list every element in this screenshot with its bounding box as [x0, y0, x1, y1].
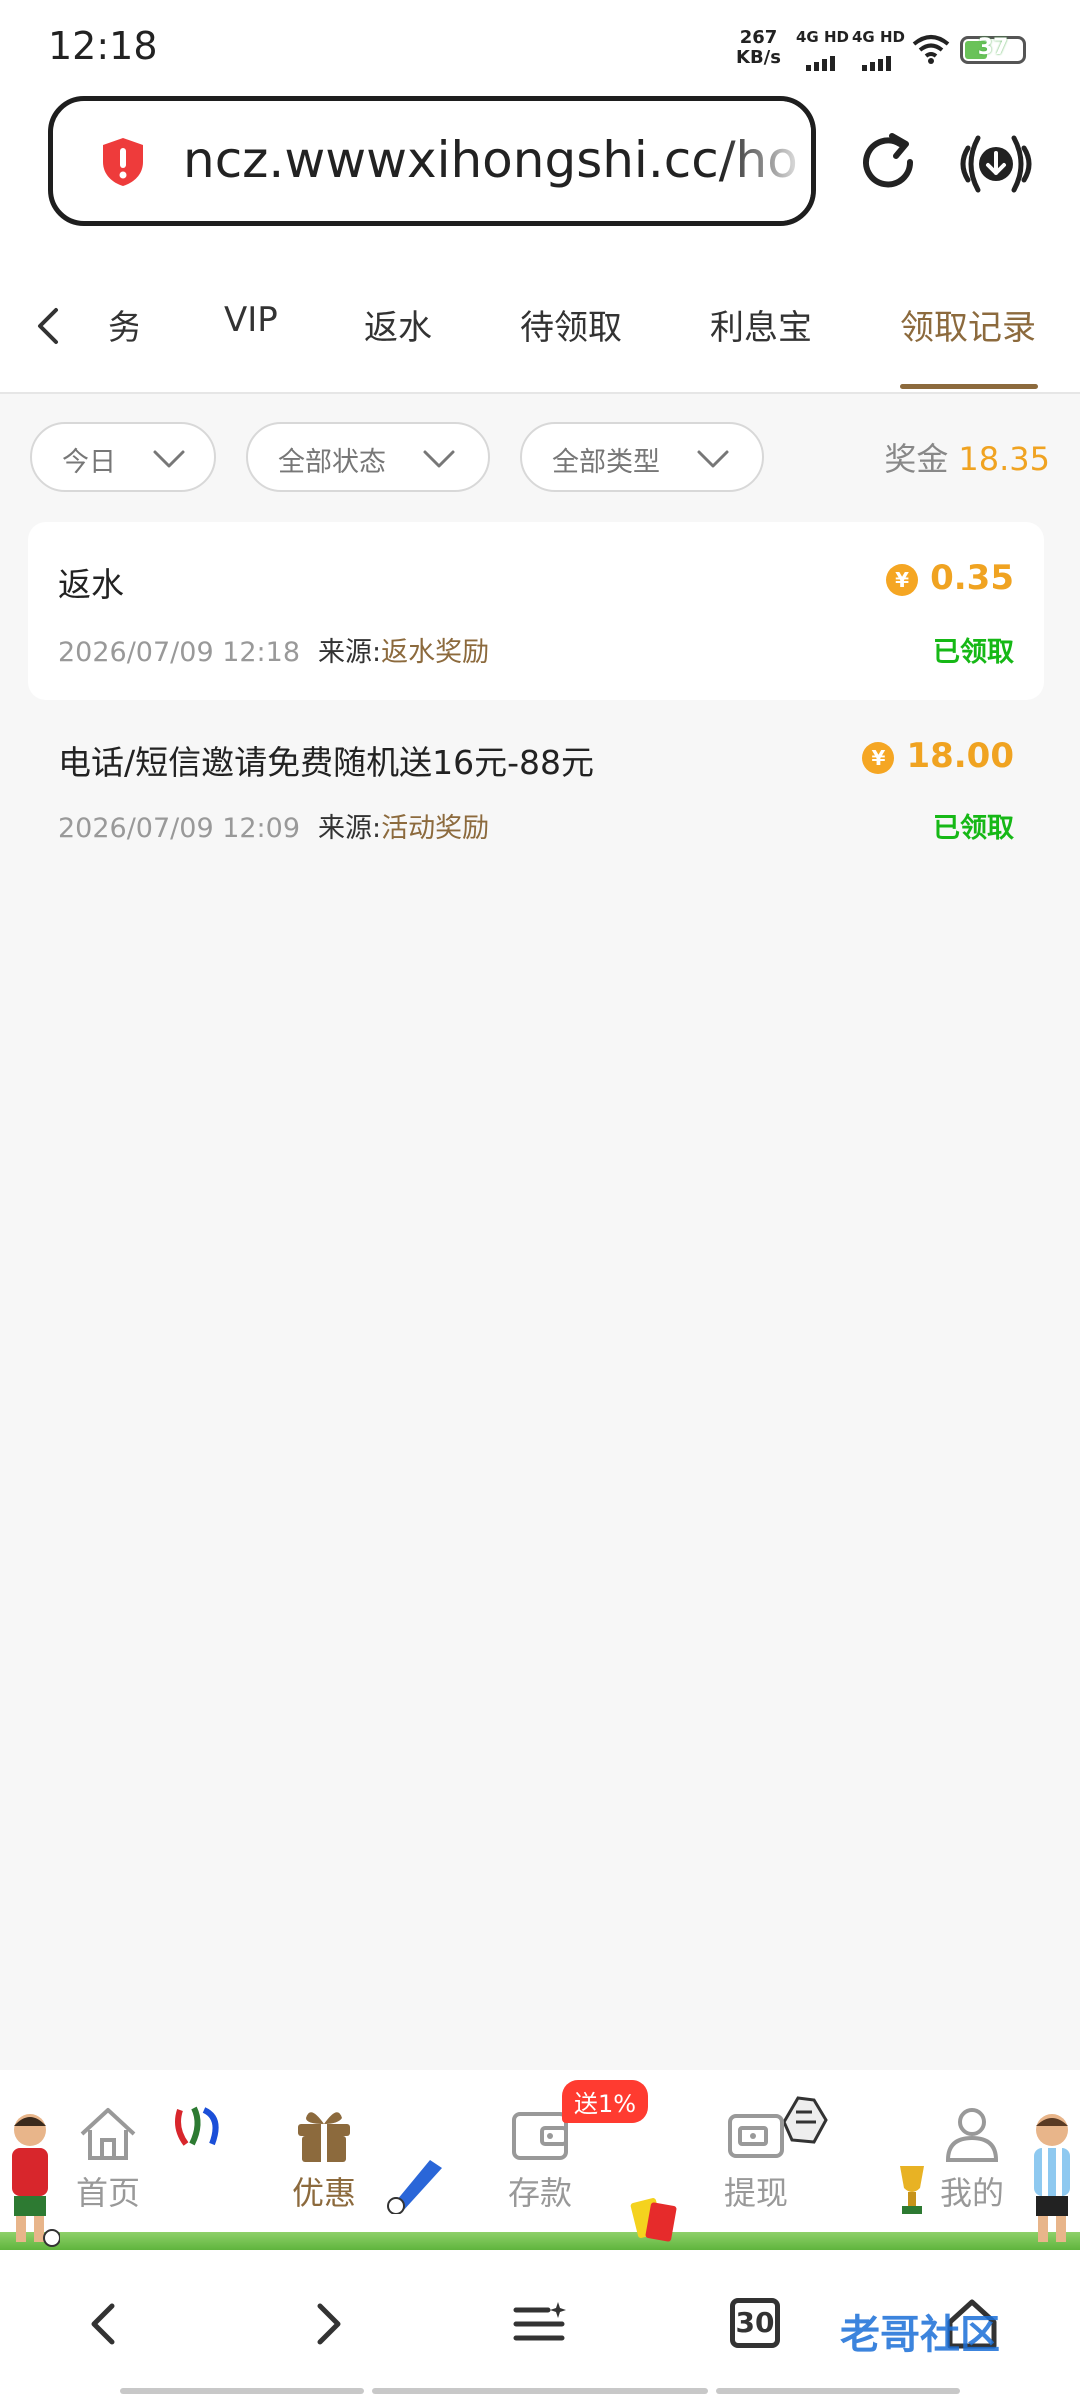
record-item[interactable] — [28, 522, 1044, 700]
chevron-down-icon — [423, 450, 455, 468]
shield-alert-icon[interactable] — [99, 136, 147, 188]
record-datetime: 2026/07/09 12:18 — [58, 637, 301, 668]
record-title: 返水 — [58, 565, 124, 604]
signal-icon — [806, 52, 838, 71]
grass-decoration — [0, 2232, 1080, 2250]
record-status: 已领取 — [933, 813, 1014, 844]
reload-icon[interactable] — [852, 128, 924, 200]
gift-icon — [298, 2112, 350, 2162]
battery-level: 37 — [977, 35, 1009, 60]
filter-date[interactable]: 今日 — [30, 422, 216, 492]
record-amount-value: 0.35 — [930, 558, 1014, 598]
tab-count: 30 — [735, 2306, 775, 2339]
tab-rebate[interactable]: 返水 — [364, 300, 432, 349]
network-label-1: 4G HD — [796, 28, 849, 46]
chevron-down-icon — [153, 450, 185, 468]
address-bar[interactable]: ncz.wwwxihongshi.cc/ho — [48, 96, 816, 226]
record-meta: 2026/07/09 12:09 来源:活动奖励 — [58, 806, 489, 845]
user-icon — [945, 2108, 999, 2162]
nav-label-promo: 优惠 — [291, 2174, 356, 2212]
tabs-icon[interactable]: 30 — [730, 2298, 780, 2348]
gesture-bar — [372, 2388, 708, 2394]
address-url[interactable]: ncz.wwwxihongshi.cc/ho — [183, 131, 798, 189]
watermark-logo: 老哥社区 — [840, 2312, 1000, 2358]
active-tab-indicator — [900, 384, 1038, 389]
withdraw-icon — [728, 2114, 784, 2158]
record-source: 返水奖励 — [381, 637, 490, 668]
record-source-label: 来源: — [318, 637, 382, 668]
record-source: 活动奖励 — [381, 813, 490, 844]
menu-icon[interactable] — [512, 2296, 568, 2352]
back-icon[interactable] — [78, 2296, 134, 2352]
nav-item-withdraw[interactable]: 提现 — [686, 2102, 826, 2214]
tab-task[interactable]: 务 — [108, 300, 138, 349]
logo-decoration-icon — [175, 2106, 219, 2146]
record-amount: ¥0.35 — [886, 558, 1014, 598]
deposit-bonus-badge: 送1% — [562, 2080, 649, 2123]
network-label-2: 4G HD — [852, 28, 905, 46]
gesture-bar — [716, 2388, 960, 2394]
record-meta: 2026/07/09 12:18 来源:返水奖励 — [58, 630, 489, 669]
status-time: 12:18 — [48, 24, 158, 68]
trumpet-decoration-icon — [387, 2160, 442, 2214]
card-decoration-icon — [630, 2198, 677, 2242]
chevron-down-icon — [697, 450, 729, 468]
nav-label-profile: 我的 — [939, 2174, 1004, 2212]
record-amount-value: 18.00 — [906, 736, 1014, 776]
nav-label-home: 首页 — [75, 2174, 140, 2212]
bonus-value: 18.35 — [958, 440, 1050, 478]
record-datetime: 2026/07/09 12:09 — [58, 813, 301, 844]
battery-icon: 37 — [960, 35, 1026, 64]
download-icon[interactable] — [956, 124, 1036, 204]
nav-label-withdraw: 提现 — [723, 2174, 788, 2212]
tab-claim-records[interactable]: 领取记录 — [900, 300, 1036, 349]
bonus-label: 奖金 — [884, 440, 949, 478]
coin-icon: ¥ — [862, 741, 895, 774]
home-icon — [80, 2108, 136, 2160]
tab-interest[interactable]: 利息宝 — [710, 300, 812, 349]
forward-icon[interactable] — [298, 2296, 354, 2352]
coin-icon: ¥ — [886, 563, 919, 596]
tab-vip[interactable]: VIP — [224, 300, 278, 340]
record-title: 电话/短信邀请免费随机送16元-88元 — [58, 743, 595, 782]
nav-item-profile[interactable]: 我的 — [902, 2102, 1042, 2214]
filter-type[interactable]: 全部类型 — [520, 422, 764, 492]
network-speed: 267 KB/s — [736, 28, 781, 68]
filter-type-label: 全部类型 — [552, 447, 660, 478]
chevron-left-icon[interactable] — [30, 306, 66, 346]
filter-status-label: 全部状态 — [278, 447, 386, 478]
wifi-icon — [912, 35, 950, 64]
record-status: 已领取 — [933, 637, 1014, 668]
network-speed-value: 267 — [739, 27, 778, 48]
nav-label-deposit: 存款 — [507, 2174, 572, 2212]
bonus-total: 奖金 18.35 — [884, 434, 1050, 480]
record-source-label: 来源: — [318, 813, 382, 844]
record-amount: ¥18.00 — [862, 736, 1014, 776]
gesture-bar — [120, 2388, 364, 2394]
tab-pending[interactable]: 待领取 — [520, 300, 622, 349]
nav-item-promo[interactable]: 优惠 — [254, 2102, 394, 2214]
network-speed-unit: KB/s — [736, 47, 781, 68]
signal-icon — [862, 52, 894, 71]
filter-status[interactable]: 全部状态 — [246, 422, 490, 492]
nav-item-home[interactable]: 首页 — [38, 2102, 178, 2214]
filter-date-label: 今日 — [62, 447, 116, 478]
